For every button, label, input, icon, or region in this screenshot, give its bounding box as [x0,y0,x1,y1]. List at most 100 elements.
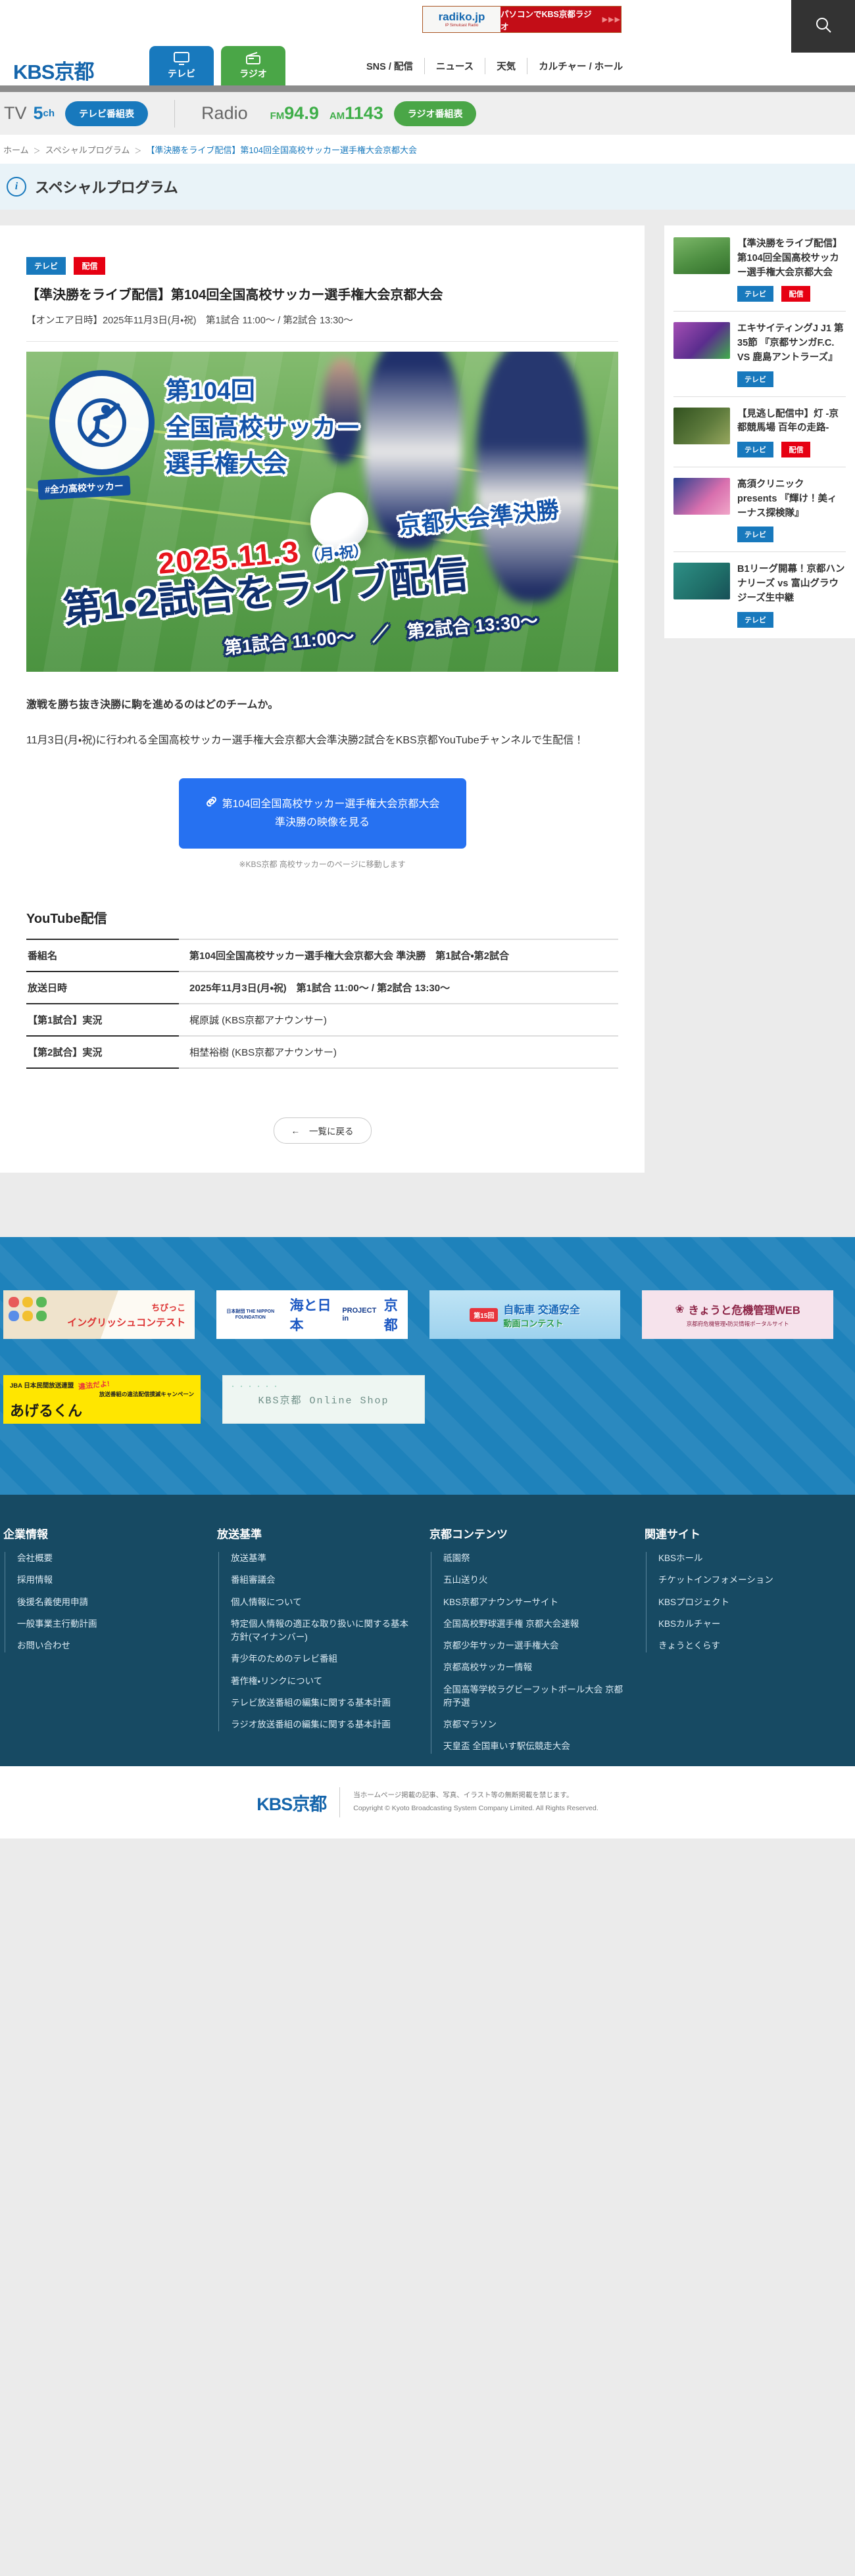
footer-link[interactable]: 特定個人情報の適正な取り扱いに関する基本方針(マイナンバー) [231,1618,416,1645]
player-silhouette [476,352,588,602]
footer-link[interactable]: KBSホール [658,1552,842,1565]
info-bar-separator [174,99,176,128]
footer-link[interactable]: チケットインフォメーション [658,1574,842,1587]
tv-guide-button[interactable]: テレビ番組表 [65,101,149,126]
footer-column-broadcast-standards: 放送基準 放送基準 番組審議会 個人情報について 特定個人情報の適正な取り扱いに… [217,1525,429,1766]
header-nav-item[interactable]: 天気 [485,58,527,74]
watch-video-button[interactable]: 第104回全国高校サッカー選手権大会京都大会 準決勝の映像を見る [178,778,466,849]
radiko-arrows-icon: ▶▶▶ [602,16,621,24]
footer-column-related-sites: 関連サイト KBSホール チケットインフォメーション KBSプロジェクト KBS… [645,1525,855,1766]
tab-tv[interactable]: テレビ [149,46,214,85]
footer-link[interactable]: 個人情報について [231,1596,416,1609]
article-divider [26,341,618,342]
footer-link[interactable]: 全国高等学校ラグビーフットボール大会 京都府予選 [443,1683,631,1710]
content-area: テレビ 配信 【準決勝をライブ配信】第104回全国高校サッカー選手権大会京都大会… [0,210,855,1237]
radiko-text: パソコンでKBS京都ラジオ ▶▶▶ [501,7,621,32]
footer-link[interactable]: 全国高校野球選手権 京都大会速報 [443,1618,631,1631]
sidebar-program-item[interactable]: 【見逃し配信中】灯 -京都競馬場 百年の走路- テレビ 配信 [673,397,846,467]
banner-chibikko-english-contest[interactable]: ちびっこ イングリッシュコンテスト [3,1290,195,1339]
footer-link[interactable]: ラジオ放送番組の編集に関する基本計画 [231,1718,416,1731]
footer-column-title: 放送基準 [217,1528,262,1541]
tv-label: TV [4,103,27,123]
tag-streaming: 配信 [781,442,811,457]
footer-link[interactable]: 五山送り火 [443,1574,631,1587]
footer-link[interactable]: 京都マラソン [443,1718,631,1731]
tag-tv: テレビ [737,371,773,387]
search-button[interactable] [791,0,855,53]
sidebar-program-item[interactable]: B1リーグ開幕！京都ハンナリーズ vs 富山グラウジーズ生中継 テレビ [673,552,846,636]
tab-radio[interactable]: ラジオ [221,46,285,85]
article-paragraph: 11月3日(月・祝)に行われる全国高校サッカー選手権大会京都大会準決勝2試合をK… [26,735,585,746]
tag-streaming: 配信 [781,286,811,302]
sidebar-program-item[interactable]: 高須クリニック presents 『輝け！美ィーナス探検隊』 テレビ [673,467,846,553]
flower-icon: ❀ [675,1303,685,1315]
footer-link[interactable]: KBSカルチャー [658,1618,842,1631]
breadcrumb-section[interactable]: スペシャルプログラム [45,145,130,155]
footer-link[interactable]: 放送基準 [231,1552,416,1565]
footer-link[interactable]: きょうとくらす [658,1639,842,1652]
info-icon: i [7,177,26,197]
tag-tv: テレビ [737,442,773,457]
footer-link[interactable]: 採用情報 [17,1574,204,1587]
banner-bicycle-safety-contest[interactable]: 第15回 自転車 交通安全 動画コンテスト [429,1290,621,1339]
table-row: 【第1試合】実況 梶原誠 (KBS京都アナウンサー) [26,1003,618,1035]
footer-link[interactable]: 青少年のためのテレビ番組 [231,1652,416,1666]
article-title: 【準決勝をライブ配信】第104回全国高校サッカー選手権大会京都大会 [26,288,443,302]
radio-icon [245,51,261,65]
footer-link[interactable]: 京都少年サッカー選手権大会 [443,1639,631,1652]
header-divider [0,85,855,92]
cta-note: ※KBS京都 高校サッカーのページに移動します [239,860,406,869]
youtube-section-title: YouTube配信 [26,912,107,926]
banner-agerukun-campaign[interactable]: JBA 日本民間放送連盟 違法だよ! 放送番組の違法配信撲滅キャンペーン あげるく… [3,1375,201,1424]
footer-link[interactable]: テレビ放送番組の編集に関する基本計画 [231,1697,416,1710]
program-tags: テレビ [737,527,846,543]
sidebar-program-item[interactable]: エキサイティングJ J1 第35節 『京都サンガF.C. VS 鹿島アントラーズ… [673,312,846,397]
footer-link[interactable]: 番組審議会 [231,1574,416,1587]
banner-kbs-online-shop[interactable]: ・・・・・・ KBS京都 Online Shop [222,1375,425,1424]
tv-channel: 5 [33,103,43,123]
page-title-bar: i スペシャルプログラム [0,164,855,210]
copyright-text: 当ホームページ掲載の記事、写真、イラスト等の無断掲載を禁じます。 Copyrig… [353,1791,598,1812]
tag-streaming: 配信 [74,257,106,275]
header-nav-item[interactable]: SNS / 配信 [355,58,424,74]
footer-link[interactable]: KBSプロジェクト [658,1596,842,1609]
copyright-divider [339,1787,341,1817]
radiko-logo: radiko.jp IP Simulcast Radio [423,7,501,32]
footer-link[interactable]: 祇園祭 [443,1552,631,1565]
table-row-label: 【第2試合】実況 [26,1035,179,1069]
tv-monitor-icon [174,51,189,65]
header-nav-item[interactable]: ニュース [424,58,485,74]
search-icon [814,15,833,38]
radiko-banner[interactable]: radiko.jp IP Simulcast Radio パソコンでKBS京都ラ… [422,6,622,33]
site-header: KBS京都 テレビ ラジオ SNS / 配信 ニュース 天気 カルチャー / ホ… [0,0,855,85]
back-arrow-icon: ← [291,1125,301,1136]
table-row: 放送日時 2025年11月3日(月・祝) 第1試合 11:00〜 / 第2試合 … [26,971,618,1003]
program-title: 高須クリニック presents 『輝け！美ィーナス探検隊』 [737,479,837,519]
page-title: スペシャルプログラム [35,179,178,196]
hero-tournament-name: 第104回 全国高校サッカー 選手権大会 [166,377,360,477]
radio-label: Radio [201,103,248,123]
footer-link[interactable]: 後援名義使用申請 [17,1596,204,1609]
sidebar-program-item[interactable]: 【準決勝をライブ配信】第104回全国高校サッカー選手権大会京都大会 テレビ 配信 [673,227,846,312]
program-title: エキサイティングJ J1 第35節 『京都サンガF.C. VS 鹿島アントラーズ… [737,323,844,363]
back-to-list-button[interactable]: ← 一覧に戻る [273,1117,372,1144]
footer-column-corporate: 企業情報 会社概要 採用情報 後援名義使用申請 一般事業主行動計画 お問い合わせ [3,1525,217,1766]
footer-link[interactable]: 天皇盃 全国車いす駅伝競走大会 [443,1740,631,1753]
header-nav-item[interactable]: カルチャー / ホール [527,58,634,74]
banner-kyoto-kiki-kanri-web[interactable]: ❀ きょうと危機管理WEB 京都府危機管理・防災情報ポータルサイト [642,1290,833,1339]
kbs-logo[interactable]: KBS京都 [13,55,94,85]
footer-link[interactable]: お問い合わせ [17,1639,204,1652]
radio-guide-button[interactable]: ラジオ番組表 [393,101,477,126]
table-row-value: 梶原誠 (KBS京都アナウンサー) [179,1003,618,1035]
program-tags: テレビ [737,371,846,387]
breadcrumb-home[interactable]: ホーム [3,145,29,155]
kbs-footer-logo[interactable]: KBS京都 [256,1790,327,1815]
footer-link[interactable]: 京都高校サッカー情報 [443,1661,631,1674]
footer-link[interactable]: 一般事業主行動計画 [17,1618,204,1631]
footer-column-title: 関連サイト [645,1528,700,1541]
footer-link[interactable]: 会社概要 [17,1552,204,1565]
footer-link[interactable]: KBS京都アナウンサーサイト [443,1596,631,1609]
link-icon [205,795,217,813]
footer-link[interactable]: 著作権・リンクについて [231,1675,416,1688]
banner-umi-to-nippon-project[interactable]: 日本財団 THE NIPPON FOUNDATION 海と日本 PROJECT … [216,1290,408,1339]
